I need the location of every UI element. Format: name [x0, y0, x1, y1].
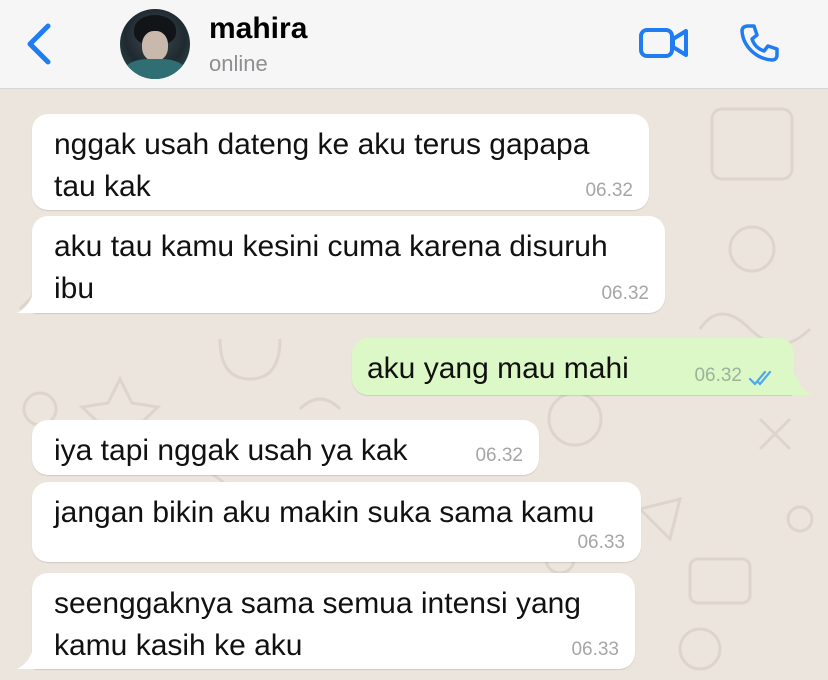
message-text: ibu	[54, 272, 95, 305]
bubble-tail	[792, 375, 812, 395]
video-call-icon[interactable]	[638, 24, 690, 62]
message-bubble-incoming[interactable]: seenggaknya sama semua intensi yang kamu…	[32, 573, 635, 669]
bubble-tail	[17, 293, 37, 313]
bubble-tail	[17, 649, 37, 669]
message-text: aku tau kamu kesini cuma karena disuruh	[54, 230, 608, 263]
message-time: 06.32	[475, 445, 523, 466]
chevron-left-icon[interactable]	[22, 22, 56, 66]
message-text: nggak usah dateng ke aku terus gapapa	[54, 128, 590, 161]
message-time: 06.33	[577, 532, 625, 553]
contact-name[interactable]: mahira	[209, 12, 307, 46]
chat-header: mahira online	[0, 0, 828, 89]
chat-area[interactable]: nggak usah dateng ke aku terus gapapa ta…	[0, 89, 828, 680]
message-text: iya tapi nggak usah ya kak	[54, 434, 408, 467]
message-text: jangan bikin aku makin suka sama kamu	[54, 496, 595, 529]
message-text: tau kak	[54, 170, 151, 203]
contact-status: online	[209, 51, 268, 76]
message-bubble-incoming[interactable]: aku tau kamu kesini cuma karena disuruh …	[32, 216, 665, 313]
message-time: 06.32	[601, 283, 649, 304]
avatar[interactable]	[120, 9, 190, 79]
phone-icon[interactable]	[738, 22, 780, 64]
message-time: 06.33	[571, 639, 619, 660]
message-bubble-outgoing[interactable]: aku yang mau mahi 06.32	[352, 338, 794, 395]
message-bubble-incoming[interactable]: jangan bikin aku makin suka sama kamu 06…	[32, 482, 641, 562]
message-bubble-incoming[interactable]: nggak usah dateng ke aku terus gapapa ta…	[32, 114, 649, 210]
message-text: seenggaknya sama semua intensi yang	[54, 587, 581, 620]
message-time: 06.32	[694, 365, 742, 386]
read-receipt-icon	[748, 370, 772, 386]
message-text: kamu kasih ke aku	[54, 629, 303, 662]
message-time: 06.32	[585, 180, 633, 201]
message-bubble-incoming[interactable]: iya tapi nggak usah ya kak 06.32	[32, 420, 539, 475]
